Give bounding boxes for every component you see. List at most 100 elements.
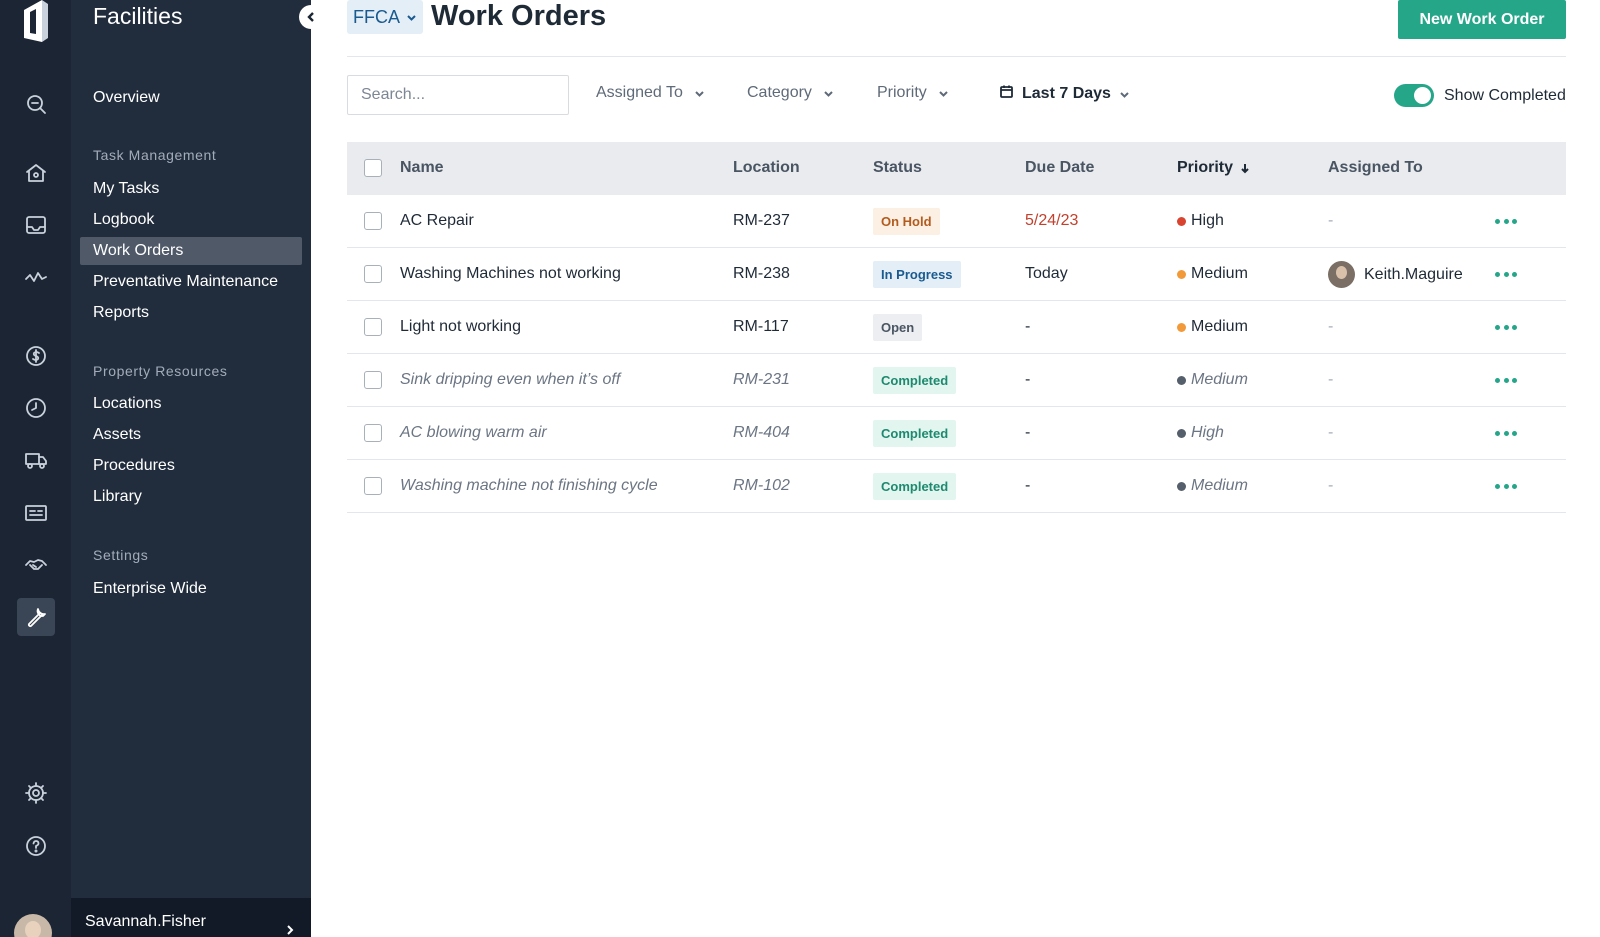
table-row[interactable]: Sink dripping even when it’s off RM-231 … <box>347 354 1566 407</box>
assigned-to-filter[interactable]: Assigned To <box>596 84 705 102</box>
main-content: FFCA Work Orders New Work Order Assigned… <box>311 0 1600 937</box>
row-more-actions-icon[interactable] <box>1495 211 1517 231</box>
clock-icon[interactable] <box>17 389 55 427</box>
sidebar-item-overview[interactable]: Overview <box>80 84 302 112</box>
row-name[interactable]: AC blowing warm air <box>400 424 547 442</box>
row-assigned-to: - <box>1328 318 1334 335</box>
table-row[interactable]: Washing Machines not working RM-238 In P… <box>347 248 1566 301</box>
row-location: RM-117 <box>733 318 789 335</box>
avatar <box>1328 261 1355 288</box>
sidebar-item-procedures[interactable]: Procedures <box>80 452 302 480</box>
row-checkbox[interactable] <box>364 318 382 336</box>
row-priority: Medium <box>1177 371 1248 389</box>
category-filter-label: Category <box>747 84 812 101</box>
row-more-actions-icon[interactable] <box>1495 317 1517 337</box>
column-name[interactable]: Name <box>400 159 444 177</box>
logo-icon[interactable] <box>20 0 50 44</box>
priority-label: Medium <box>1191 477 1248 494</box>
column-status[interactable]: Status <box>873 159 922 177</box>
row-name[interactable]: AC Repair <box>400 212 474 230</box>
org-selector[interactable]: FFCA <box>347 0 423 34</box>
work-orders-table: Name Location Status Due Date Priority A… <box>347 142 1566 513</box>
row-more-actions-icon[interactable] <box>1495 370 1517 390</box>
select-all-checkbox[interactable] <box>364 159 382 177</box>
category-filter[interactable]: Category <box>747 84 834 102</box>
row-priority: Medium <box>1177 318 1248 336</box>
assigned-to-filter-label: Assigned To <box>596 84 683 101</box>
help-icon[interactable] <box>17 827 55 865</box>
row-more-actions-icon[interactable] <box>1495 476 1517 496</box>
row-name[interactable]: Light not working <box>400 318 521 336</box>
date-range-filter[interactable]: Last 7 Days <box>999 84 1130 104</box>
column-due-date[interactable]: Due Date <box>1025 159 1094 177</box>
row-priority: Medium <box>1177 265 1248 283</box>
chevron-down-icon <box>407 14 416 21</box>
table-row[interactable]: AC Repair RM-237 On Hold 5/24/23 High - <box>347 195 1566 248</box>
sidebar-item-work-orders[interactable]: Work Orders <box>80 237 302 265</box>
handshake-icon[interactable] <box>17 546 55 584</box>
sidebar-item-library[interactable]: Library <box>80 483 302 511</box>
activity-icon[interactable] <box>17 258 55 296</box>
column-priority[interactable]: Priority <box>1177 159 1251 177</box>
sidebar: Facilities Overview Task Management My T… <box>14 0 323 937</box>
sidebar-section-property-resources: Property Resources <box>93 363 228 379</box>
row-more-actions-icon[interactable] <box>1495 423 1517 443</box>
sidebar-item-assets[interactable]: Assets <box>80 421 302 449</box>
search-input[interactable] <box>347 75 569 115</box>
status-badge: Completed <box>873 367 957 394</box>
row-location: RM-238 <box>733 265 790 282</box>
row-name[interactable]: Washing machine not finishing cycle <box>400 477 658 495</box>
truck-icon[interactable] <box>17 441 55 479</box>
priority-filter-label: Priority <box>877 84 927 101</box>
wrench-icon[interactable] <box>17 598 55 636</box>
row-more-actions-icon[interactable] <box>1495 264 1517 284</box>
id-card-icon[interactable] <box>17 494 55 532</box>
sidebar-item-enterprise-wide[interactable]: Enterprise Wide <box>80 575 302 603</box>
sidebar-section-task-management: Task Management <box>93 147 217 163</box>
dollar-icon[interactable] <box>17 337 55 375</box>
column-location[interactable]: Location <box>733 159 800 177</box>
home-icon[interactable] <box>17 154 55 192</box>
row-assigned-to[interactable]: Keith.Maguire <box>1328 261 1463 288</box>
row-checkbox[interactable] <box>364 477 382 495</box>
new-work-order-button[interactable]: New Work Order <box>1398 0 1566 39</box>
inbox-icon[interactable] <box>17 206 55 244</box>
show-completed-toggle[interactable] <box>1394 84 1434 107</box>
priority-dot <box>1177 375 1186 385</box>
row-name[interactable]: Washing Machines not working <box>400 265 621 283</box>
row-location: RM-102 <box>733 477 790 494</box>
gear-icon[interactable] <box>17 774 55 812</box>
row-name[interactable]: Sink dripping even when it’s off <box>400 371 620 389</box>
chevron-down-icon <box>1120 91 1129 98</box>
table-row[interactable]: Washing machine not finishing cycle RM-1… <box>347 460 1566 513</box>
chevron-right-icon <box>284 923 296 935</box>
row-due-date: - <box>1025 371 1031 388</box>
priority-filter[interactable]: Priority <box>877 84 949 102</box>
row-assigned-to: - <box>1328 212 1334 229</box>
table-row[interactable]: Light not working RM-117 Open - Medium - <box>347 301 1566 354</box>
assignee-name: Keith.Maguire <box>1364 265 1463 283</box>
column-assigned-to[interactable]: Assigned To <box>1328 159 1423 177</box>
user-menu[interactable]: Savannah.Fisher <box>14 898 311 937</box>
search-icon[interactable] <box>17 85 55 123</box>
sidebar-item-locations[interactable]: Locations <box>80 390 302 418</box>
org-code: FFCA <box>353 6 400 27</box>
chevron-down-icon <box>695 90 704 97</box>
row-checkbox[interactable] <box>364 212 382 230</box>
sidebar-item-preventative-maintenance[interactable]: Preventative Maintenance <box>80 268 302 296</box>
row-checkbox[interactable] <box>364 371 382 389</box>
table-row[interactable]: AC blowing warm air RM-404 Completed - H… <box>347 407 1566 460</box>
row-due-date: Today <box>1025 265 1068 282</box>
sidebar-item-reports[interactable]: Reports <box>80 299 302 327</box>
sidebar-section-settings: Settings <box>93 547 149 563</box>
chevron-down-icon <box>824 90 833 97</box>
show-completed-label: Show Completed <box>1444 86 1566 104</box>
priority-dot <box>1177 216 1186 226</box>
row-checkbox[interactable] <box>364 265 382 283</box>
icon-rail <box>0 0 71 937</box>
sidebar-item-logbook[interactable]: Logbook <box>80 206 302 234</box>
row-priority: Medium <box>1177 477 1248 495</box>
sidebar-item-my-tasks[interactable]: My Tasks <box>80 175 302 203</box>
row-checkbox[interactable] <box>364 424 382 442</box>
priority-label: High <box>1191 424 1224 441</box>
